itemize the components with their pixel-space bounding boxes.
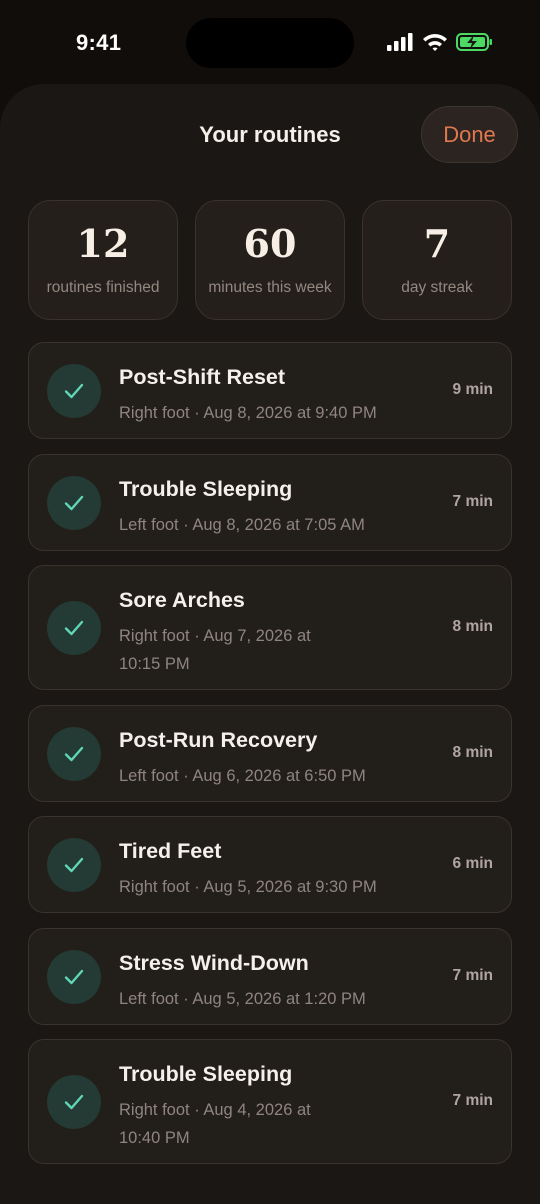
routine-row[interactable]: Post-Shift Reset Right foot · Aug 8, 202…	[28, 342, 512, 439]
checkmark-icon	[64, 383, 84, 399]
stat-day-streak: 7 day streak	[362, 200, 512, 320]
routine-duration: 7 min	[452, 1092, 493, 1109]
checkmark-icon	[64, 969, 84, 985]
stat-value: 60	[243, 221, 297, 266]
stat-value: 12	[76, 221, 130, 266]
completed-check-badge	[47, 364, 101, 418]
status-bar: 9:41	[0, 0, 540, 88]
stat-value: 7	[423, 221, 451, 266]
cellular-signal-icon	[387, 33, 413, 51]
routine-row[interactable]: Sore Arches Right foot · Aug 7, 2026 at …	[28, 565, 512, 690]
checkmark-icon	[64, 1094, 84, 1110]
checkmark-icon	[64, 746, 84, 762]
routines-sheet: Your routines Done 12 routines finished …	[0, 84, 540, 1204]
completed-check-badge	[47, 950, 101, 1004]
routine-duration: 9 min	[452, 381, 493, 398]
routine-meta: Left foot · Aug 8, 2026 at 7:05 AM	[119, 516, 365, 534]
completed-check-badge	[47, 476, 101, 530]
stat-routines-finished: 12 routines finished	[28, 200, 178, 320]
routine-title: Sore Arches	[119, 588, 245, 612]
routine-meta: Right foot · Aug 8, 2026 at 9:40 PM	[119, 404, 377, 422]
dynamic-island	[186, 18, 354, 68]
stat-label: routines finished	[46, 279, 160, 296]
routine-row[interactable]: Tired Feet Right foot · Aug 5, 2026 at 9…	[28, 816, 512, 913]
routine-meta: Right foot · Aug 4, 2026 at 10:40 PM	[119, 1101, 311, 1147]
stat-minutes-this-week: 60 minutes this week	[195, 200, 345, 320]
routine-meta: Left foot · Aug 6, 2026 at 6:50 PM	[119, 767, 366, 785]
routine-duration: 7 min	[452, 967, 493, 984]
routine-title: Trouble Sleeping	[119, 1062, 293, 1086]
routine-title: Tired Feet	[119, 839, 222, 863]
routine-duration: 7 min	[452, 493, 493, 510]
routine-title: Post-Shift Reset	[119, 365, 286, 389]
status-time: 9:41	[76, 30, 122, 55]
stats-row: 12 routines finished 60 minutes this wee…	[28, 200, 512, 320]
routine-row[interactable]: Post-Run Recovery Left foot · Aug 6, 202…	[28, 705, 512, 802]
stat-label: minutes this week	[208, 279, 332, 296]
completed-check-badge	[47, 838, 101, 892]
routine-meta: Left foot · Aug 5, 2026 at 1:20 PM	[119, 990, 366, 1008]
routine-row[interactable]: Stress Wind-Down Left foot · Aug 5, 2026…	[28, 928, 512, 1025]
done-button[interactable]: Done	[421, 106, 518, 163]
routine-meta: Right foot · Aug 5, 2026 at 9:30 PM	[119, 878, 377, 896]
checkmark-icon	[64, 620, 84, 636]
routine-title: Trouble Sleeping	[119, 477, 293, 501]
battery-charging-icon	[456, 33, 492, 51]
wifi-icon	[423, 34, 447, 51]
routine-duration: 8 min	[452, 618, 493, 635]
completed-check-badge	[47, 1075, 101, 1129]
routine-row[interactable]: Trouble Sleeping Right foot · Aug 4, 202…	[28, 1039, 512, 1164]
routine-duration: 8 min	[452, 744, 493, 761]
checkmark-icon	[64, 495, 84, 511]
stat-label: day streak	[401, 279, 473, 296]
routine-row[interactable]: Trouble Sleeping Left foot · Aug 8, 2026…	[28, 454, 512, 551]
routine-meta: Right foot · Aug 7, 2026 at 10:15 PM	[119, 627, 311, 673]
routine-title: Post-Run Recovery	[119, 728, 318, 752]
routine-duration: 6 min	[452, 855, 493, 872]
completed-check-badge	[47, 601, 101, 655]
checkmark-icon	[64, 857, 84, 873]
completed-check-badge	[47, 727, 101, 781]
routine-title: Stress Wind-Down	[119, 951, 309, 975]
